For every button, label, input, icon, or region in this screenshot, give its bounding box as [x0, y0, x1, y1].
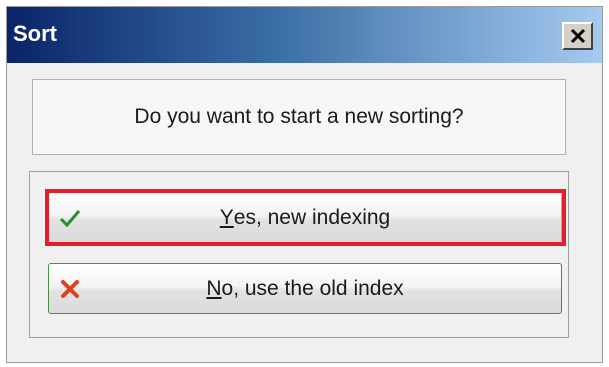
title-bar[interactable]: Sort	[7, 7, 602, 63]
no-label-rest: o, use the old index	[221, 276, 404, 300]
close-button[interactable]	[562, 22, 593, 50]
question-text: Do you want to start a new sorting?	[134, 105, 464, 128]
no-button-label: No, use the old index	[49, 264, 561, 313]
no-use-old-index-button[interactable]: No, use the old index	[48, 263, 562, 314]
question-panel: Do you want to start a new sorting?	[32, 79, 566, 155]
close-icon	[570, 28, 585, 44]
no-mnemonic: N	[206, 276, 222, 300]
dialog-title: Sort	[13, 21, 57, 46]
selection-highlight	[45, 189, 566, 246]
